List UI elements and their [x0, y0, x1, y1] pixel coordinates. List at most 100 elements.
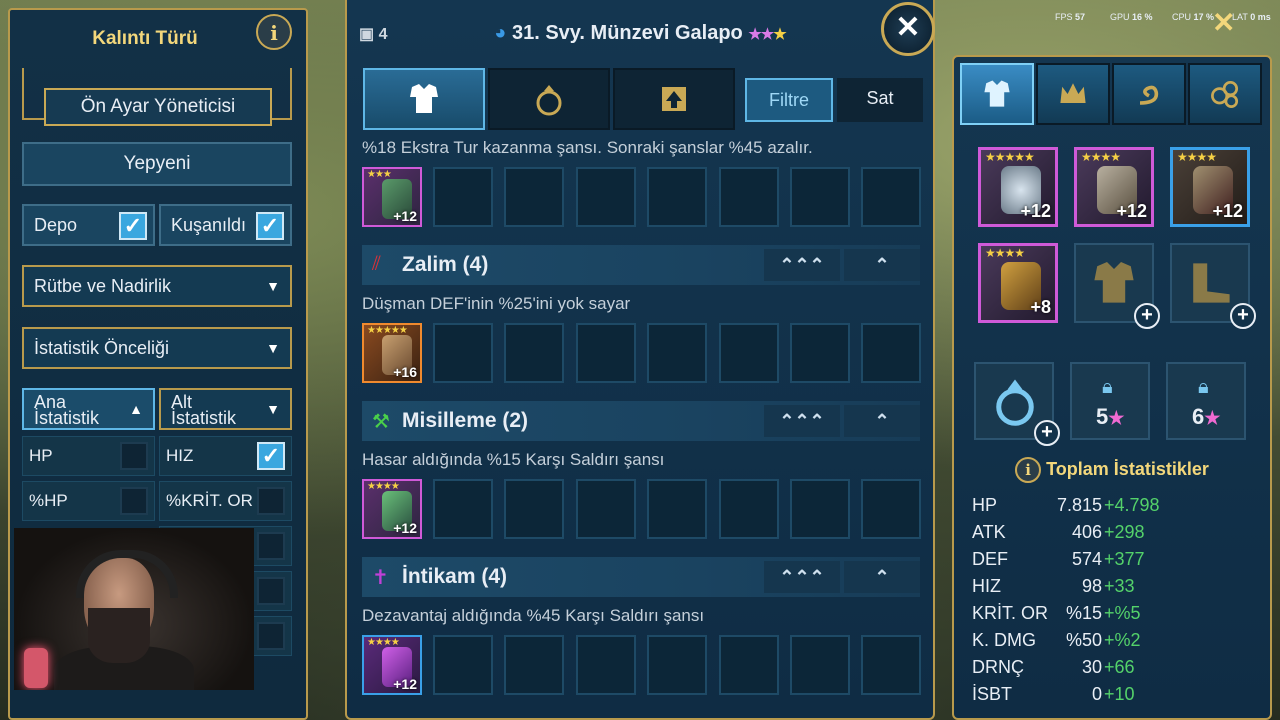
sub-stat-tab[interactable]: Alt İstatistik ▼ [159, 388, 292, 430]
stat-priority-dropdown[interactable]: İstatistik Önceliği ▼ [22, 327, 292, 369]
stat-priority-label: İstatistik Önceliği [34, 338, 170, 358]
storage-toggle[interactable]: Depo ✓ [22, 204, 155, 246]
stat-filter-row: HP HIZ ✓ [22, 436, 292, 476]
preset-manager-button[interactable]: Ön Ayar Yöneticisi [44, 88, 272, 126]
info-icon[interactable]: i [256, 14, 292, 50]
stat-row-spd: HIZ 98 +33 [972, 576, 1135, 596]
boots-icon [1193, 263, 1230, 303]
stat-filter-crit-rate[interactable]: %KRİT. OR [159, 481, 292, 521]
set-header-zalim[interactable]: ⫽ Zalim (4) ⌃⌃⌃ ⌃ [362, 245, 920, 285]
empty-slot [861, 167, 921, 227]
checkbox[interactable] [257, 532, 285, 560]
artifact-item[interactable]: ★★★★★ +16 [362, 323, 422, 383]
stat-filter-speed[interactable]: HIZ ✓ [159, 436, 292, 476]
tab-gear[interactable] [960, 63, 1034, 125]
stat-filter-row: %HP %KRİT. OR [22, 481, 292, 521]
storage-checkbox[interactable]: ✓ [119, 212, 147, 240]
expand-all-button[interactable]: ⌃⌃⌃ [764, 249, 840, 281]
speed-checkbox[interactable]: ✓ [257, 442, 285, 470]
hp-checkbox[interactable] [120, 442, 148, 470]
crown-icon [1060, 83, 1086, 103]
stat-filter-label: %HP [29, 491, 68, 510]
tab-masteries[interactable] [1036, 63, 1110, 125]
empty-slot [647, 479, 707, 539]
empty-slot [861, 635, 921, 695]
collapse-button[interactable]: ⌃ [844, 561, 920, 593]
empty-boots-slot[interactable]: + [1170, 243, 1256, 329]
swirl-icon [1139, 85, 1159, 105]
add-icon[interactable]: + [1134, 303, 1160, 329]
equipped-shield[interactable]: ★★★★ +12 [1170, 147, 1250, 227]
add-icon[interactable]: + [1034, 420, 1060, 446]
empty-slot [504, 635, 564, 695]
amulet-slot-locked[interactable]: 🔒︎ 5★ [1070, 362, 1150, 440]
gears-icon [1211, 80, 1239, 108]
banner-slot-locked[interactable]: 🔒︎ 6★ [1166, 362, 1246, 440]
tab-upgrade[interactable] [613, 68, 735, 130]
streamer-beard [88, 608, 150, 663]
rank-rarity-dropdown[interactable]: Rütbe ve Nadirlik ▼ [22, 265, 292, 307]
equipped-gauntlets[interactable]: ★★★★ +8 [978, 243, 1058, 323]
tab-accessory[interactable] [488, 68, 610, 130]
latency-counter: LAT 0 ms [1232, 12, 1271, 22]
dagger-icon: ✝ [372, 567, 389, 589]
set-description: Dezavantaj aldığında %45 Karşı Saldırı ş… [362, 606, 705, 625]
webcam-overlay [14, 528, 254, 690]
ring-icon [536, 85, 562, 116]
equipped-toggle[interactable]: Kuşanıldı ✓ [159, 204, 292, 246]
collapse-button[interactable]: ⌃ [844, 249, 920, 281]
new-items-button[interactable]: Yepyeni [22, 142, 292, 186]
pickaxe-icon: ⚒ [372, 411, 390, 433]
total-stats-header[interactable]: i Toplam İstatistikler [954, 457, 1270, 483]
empty-slot [576, 479, 636, 539]
empty-slot [861, 479, 921, 539]
filter-button[interactable]: Filtre [745, 78, 833, 122]
tab-skills[interactable] [1112, 63, 1186, 125]
fps-counter: FPS 57 [1055, 12, 1086, 22]
ring-slot[interactable]: + [974, 362, 1060, 446]
chevron-up-icon: ▲ [129, 401, 143, 417]
main-stat-tab[interactable]: Ana İstatistik ▲ [22, 388, 155, 430]
info-icon[interactable]: i [1015, 457, 1042, 483]
armor-icon [410, 84, 438, 113]
empty-slot [433, 635, 493, 695]
expand-all-button[interactable]: ⌃⌃⌃ [764, 405, 840, 437]
rank-rarity-label: Rütbe ve Nadirlik [34, 276, 172, 296]
empty-slot [433, 479, 493, 539]
collapse-button[interactable]: ⌃ [844, 405, 920, 437]
tab-armor[interactable] [363, 68, 485, 130]
tab-enhance[interactable] [1188, 63, 1262, 125]
stat-filter-hp[interactable]: HP [22, 436, 155, 476]
expand-all-button[interactable]: ⌃⌃⌃ [764, 561, 840, 593]
hp-percent-checkbox[interactable] [120, 487, 148, 515]
armor-icon [984, 80, 1010, 107]
upgrade-arrow-icon [662, 87, 686, 111]
artifact-item[interactable]: ★★★ +12 [362, 167, 422, 227]
champion-title: ◕ 31. Svy. Münzevi Galapo ★★★ [347, 22, 933, 45]
empty-slot [790, 479, 850, 539]
close-button[interactable]: ✕ [881, 2, 935, 56]
equipped-checkbox[interactable]: ✓ [256, 212, 284, 240]
artifact-item[interactable]: ★★★★ +12 [362, 635, 422, 695]
stat-filter-label: HIZ [166, 446, 194, 465]
champion-stars: ★★★ [748, 26, 786, 43]
equipped-helmet[interactable]: ★★★★ +12 [1074, 147, 1154, 227]
storage-label: Depo [34, 215, 78, 235]
champion-name: 31. Svy. Münzevi Galapo [511, 22, 743, 44]
checkbox[interactable] [257, 622, 285, 650]
stat-filter-hp-percent[interactable]: %HP [22, 481, 155, 521]
sell-button[interactable]: Sat [837, 78, 923, 122]
game-close-icon[interactable]: ✕ [1212, 6, 1235, 39]
checkbox[interactable] [257, 577, 285, 605]
chevron-down-icon: ▼ [266, 340, 280, 356]
crit-rate-checkbox[interactable] [257, 487, 285, 515]
stat-row-accuracy: İSBT 0 +10 [972, 684, 1135, 704]
empty-chest-slot[interactable]: + [1074, 243, 1160, 329]
add-icon[interactable]: + [1230, 303, 1256, 329]
artifact-item[interactable]: ★★★★ +12 [362, 479, 422, 539]
equipped-weapon[interactable]: ★★★★★ +12 [978, 147, 1058, 227]
set-header-misilleme[interactable]: ⚒ Misilleme (2) ⌃⌃⌃ ⌃ [362, 401, 920, 441]
chevron-down-icon: ▼ [266, 278, 280, 294]
set-header-intikam[interactable]: ✝ İntikam (4) ⌃⌃⌃ ⌃ [362, 557, 920, 597]
stat-row-atk: ATK 406 +298 [972, 522, 1145, 542]
